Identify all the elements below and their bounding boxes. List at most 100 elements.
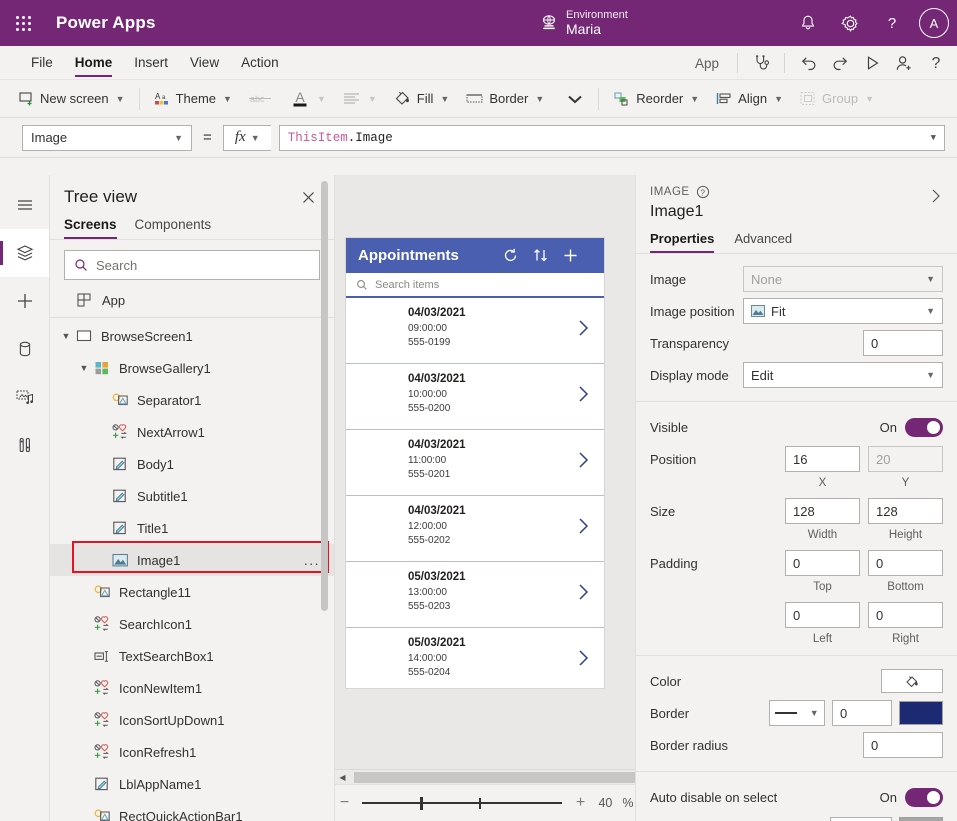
- tree-node-nextarrow1[interactable]: NextArrow1: [50, 416, 334, 448]
- tree-node-iconsortupdown1[interactable]: IconSortUpDown1: [50, 704, 334, 736]
- tree-node-searchicon1[interactable]: SearchIcon1: [50, 608, 334, 640]
- chevron-right-icon[interactable]: [577, 648, 590, 668]
- border-style-select[interactable]: ▼: [769, 700, 825, 726]
- transparency-input[interactable]: 0: [863, 330, 943, 356]
- canvas-area[interactable]: Appointments Search items: [335, 175, 635, 769]
- gallery-item[interactable]: 05/03/202113:00:00555-0203: [346, 562, 604, 628]
- theme-button[interactable]: Aa Theme ▼: [146, 84, 240, 114]
- chevron-right-icon[interactable]: [577, 384, 590, 404]
- sidebar-item-advanced-tools[interactable]: [0, 421, 49, 469]
- search-input[interactable]: Search: [64, 250, 320, 280]
- chevron-right-icon[interactable]: [577, 450, 590, 470]
- app-search-input[interactable]: Search items: [346, 273, 604, 298]
- tree-node-textsearchbox1[interactable]: TextSearchBox1: [50, 640, 334, 672]
- reorder-button[interactable]: Reorder ▼: [605, 84, 707, 114]
- tab-advanced[interactable]: Advanced: [734, 231, 792, 253]
- tree-node-separator1[interactable]: Separator1: [50, 384, 334, 416]
- play-preview-icon[interactable]: [857, 48, 887, 78]
- sidebar-item-tree-view[interactable]: [0, 229, 49, 277]
- chevron-right-icon[interactable]: [577, 318, 590, 338]
- gear-icon[interactable]: [831, 4, 869, 42]
- border-button[interactable]: Border ▼: [457, 84, 552, 114]
- tree-node-overflow-menu-icon[interactable]: ...: [304, 552, 320, 568]
- gallery-item[interactable]: 05/03/202114:00:00555-0204: [346, 628, 604, 694]
- undo-icon[interactable]: [793, 48, 823, 78]
- tree-node-browsescreen1[interactable]: ▼BrowseScreen1: [50, 320, 334, 352]
- menu-item-action[interactable]: Action: [230, 47, 290, 79]
- new-screen-button[interactable]: New screen ▼: [10, 84, 133, 114]
- chevron-down-icon[interactable]: ▼: [58, 331, 74, 341]
- padding-right-input[interactable]: 0: [868, 602, 943, 628]
- tree-node-image1[interactable]: Image1...: [50, 544, 334, 576]
- fx-button[interactable]: fx ▼: [223, 125, 271, 151]
- menu-item-home[interactable]: Home: [64, 47, 124, 79]
- plus-icon[interactable]: [562, 247, 592, 264]
- text-align-button[interactable]: ▼: [334, 84, 385, 114]
- auto-disable-toggle[interactable]: [905, 788, 943, 807]
- tree-scrollbar[interactable]: [323, 175, 331, 821]
- fill-button[interactable]: Fill ▼: [385, 84, 458, 114]
- size-width-input[interactable]: 128: [785, 498, 860, 524]
- tree-node-rectquickactionbar1[interactable]: RectQuickActionBar1: [50, 800, 334, 821]
- padding-top-input[interactable]: 0: [785, 550, 860, 576]
- chevron-down-icon[interactable]: ▼: [931, 133, 936, 143]
- disabled-color-swatch[interactable]: [899, 817, 943, 821]
- sidebar-item-media[interactable]: [0, 373, 49, 421]
- redo-icon[interactable]: [825, 48, 855, 78]
- question-icon[interactable]: ?: [873, 4, 911, 42]
- tree-node-iconrefresh1[interactable]: IconRefresh1: [50, 736, 334, 768]
- scrollbar-track[interactable]: [350, 772, 620, 783]
- menu-item-insert[interactable]: Insert: [123, 47, 179, 79]
- close-icon[interactable]: [297, 188, 320, 207]
- image-position-select[interactable]: Fit ▼: [743, 298, 943, 324]
- bell-icon[interactable]: [789, 4, 827, 42]
- zoom-out-button[interactable]: −: [336, 794, 352, 812]
- gallery-item[interactable]: 04/03/202110:00:00555-0200: [346, 364, 604, 430]
- canvas-horizontal-scrollbar[interactable]: ◀ ▶: [335, 769, 635, 784]
- tab-screens[interactable]: Screens: [64, 213, 117, 239]
- app-preview[interactable]: Appointments Search items: [346, 238, 604, 688]
- formula-input[interactable]: ThisItem.Image ▼: [279, 125, 945, 151]
- sidebar-item-data[interactable]: [0, 325, 49, 373]
- scroll-left-arrow-icon[interactable]: ◀: [335, 773, 350, 782]
- border-radius-input[interactable]: 0: [863, 732, 943, 758]
- waffle-grid-icon[interactable]: [0, 16, 46, 31]
- tab-properties[interactable]: Properties: [650, 231, 714, 253]
- color-picker-button[interactable]: [881, 669, 943, 693]
- help-question-icon[interactable]: ?: [921, 48, 951, 78]
- border-width-input[interactable]: 0: [832, 700, 892, 726]
- chevron-down-icon[interactable]: ▼: [76, 363, 92, 373]
- position-x-input[interactable]: 16: [785, 446, 860, 472]
- padding-bottom-input[interactable]: 0: [868, 550, 943, 576]
- question-circle-icon[interactable]: ?: [696, 185, 710, 199]
- tree-node-browsegallery1[interactable]: ▼BrowseGallery1: [50, 352, 334, 384]
- gallery-item[interactable]: 04/03/202112:00:00555-0202: [346, 496, 604, 562]
- zoom-slider[interactable]: [362, 796, 562, 810]
- share-person-icon[interactable]: [889, 48, 919, 78]
- sort-updown-icon[interactable]: [532, 247, 562, 264]
- tree-node-subtitle1[interactable]: Subtitle1: [50, 480, 334, 512]
- menu-item-view[interactable]: View: [179, 47, 230, 79]
- ribbon-more-button[interactable]: [552, 84, 592, 114]
- chevron-right-icon[interactable]: [929, 187, 943, 205]
- tree-scrollbar-thumb[interactable]: [321, 181, 328, 611]
- tree-node-lblappname1[interactable]: LblAppName1: [50, 768, 334, 800]
- position-y-input[interactable]: 20: [868, 446, 943, 472]
- image-select[interactable]: None ▼: [743, 266, 943, 292]
- tree-node-body1[interactable]: Body1: [50, 448, 334, 480]
- tree-node-rectangle11[interactable]: Rectangle11: [50, 576, 334, 608]
- tree-node-iconnewitem1[interactable]: IconNewItem1: [50, 672, 334, 704]
- chevron-right-icon[interactable]: [577, 516, 590, 536]
- sidebar-item-insert[interactable]: [0, 277, 49, 325]
- gallery-item[interactable]: 04/03/202109:00:00555-0199: [346, 298, 604, 364]
- hamburger-menu-icon[interactable]: [0, 181, 49, 229]
- tree-node-app[interactable]: App: [50, 288, 334, 318]
- chevron-right-icon[interactable]: [577, 582, 590, 602]
- align-button[interactable]: Align ▼: [707, 84, 791, 114]
- environment-selector[interactable]: Environment Maria: [540, 0, 628, 46]
- zoom-in-button[interactable]: +: [572, 794, 588, 812]
- padding-left-input[interactable]: 0: [785, 602, 860, 628]
- gallery-item[interactable]: 04/03/202111:00:00555-0201: [346, 430, 604, 496]
- avatar[interactable]: A: [919, 8, 949, 38]
- zoom-slider-thumb[interactable]: [420, 797, 423, 810]
